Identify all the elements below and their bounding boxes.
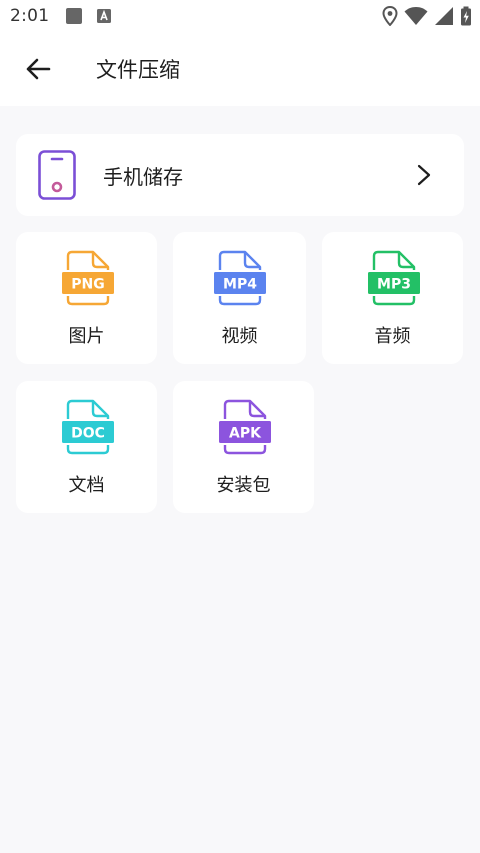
- category-tile-images[interactable]: PNG 图片: [16, 232, 157, 364]
- battery-charging-icon: [461, 6, 471, 26]
- doc-badge-text: DOC: [71, 426, 105, 442]
- category-tile-audio[interactable]: MP3 音频: [322, 232, 463, 364]
- category-label-videos: 视频: [221, 326, 258, 347]
- category-tile-videos[interactable]: MP4 视频: [173, 232, 306, 364]
- mp4-file-icon: MP4: [214, 250, 266, 306]
- app-a-icon: [97, 9, 112, 23]
- mp4-badge-text: MP4: [223, 277, 257, 293]
- category-label-images: 图片: [68, 326, 105, 347]
- wifi-icon: [404, 7, 428, 25]
- png-badge-text: PNG: [71, 277, 104, 293]
- category-label-apk: 安装包: [216, 475, 271, 496]
- chevron-right-icon: [417, 164, 431, 186]
- notification-square-icon: [66, 8, 83, 24]
- category-label-documents: 文档: [68, 475, 105, 496]
- phone-storage-icon: [38, 150, 76, 200]
- mp3-file-icon: MP3: [368, 250, 420, 306]
- arrow-left-icon: [26, 58, 51, 80]
- app-header: 文件压缩: [0, 32, 480, 106]
- category-tile-documents[interactable]: DOC 文档: [16, 381, 157, 513]
- page-title: 文件压缩: [96, 58, 180, 82]
- png-file-icon: PNG: [62, 250, 114, 306]
- phone-storage-card[interactable]: 手机储存: [16, 134, 464, 216]
- apk-badge-text: APK: [229, 426, 262, 442]
- main-content: 手机储存 PNG 图片 MP4 视频 MP3 音频 DOC 文档 APK 安装包: [0, 106, 480, 853]
- phone-storage-label: 手机储存: [103, 164, 183, 189]
- cellular-signal-icon: [435, 7, 453, 25]
- back-button[interactable]: [16, 47, 60, 91]
- doc-file-icon: DOC: [62, 399, 114, 455]
- status-time: 2:01: [10, 6, 50, 26]
- category-tile-apk[interactable]: APK 安装包: [173, 381, 314, 513]
- apk-file-icon: APK: [219, 399, 271, 455]
- status-bar: 2:01: [0, 0, 480, 32]
- category-label-audio: 音频: [374, 326, 411, 347]
- mp3-badge-text: MP3: [377, 277, 411, 293]
- location-icon: [382, 6, 398, 26]
